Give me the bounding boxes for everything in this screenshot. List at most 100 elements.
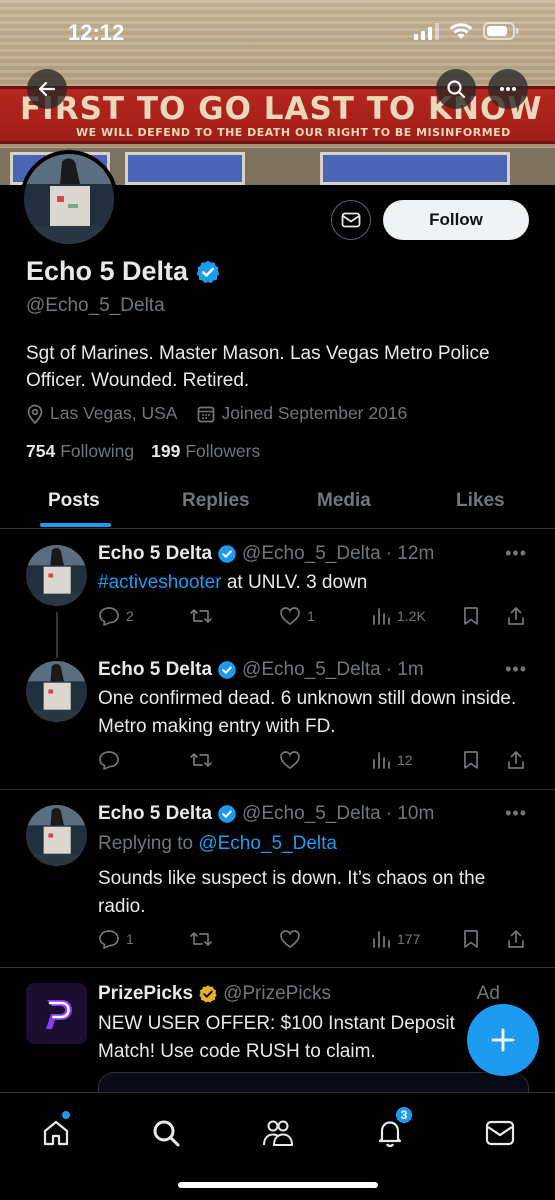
compose-button[interactable] [467, 1004, 539, 1076]
tweet-header: Echo 5 Delta @Echo_5_Delta · 10m [98, 803, 434, 825]
tweet-actions: 2 1 1.2K [98, 606, 528, 630]
tweet-author-handle[interactable]: @Echo_5_Delta [242, 543, 381, 565]
bookmark-icon [464, 607, 478, 625]
like-button[interactable] [279, 750, 307, 770]
reply-button[interactable]: 2 [98, 606, 134, 626]
views-chart-icon [373, 931, 390, 948]
tweet-avatar[interactable] [26, 661, 87, 722]
tweet-divider [0, 789, 555, 790]
more-options-button[interactable] [488, 69, 528, 109]
following-label: Following [60, 441, 135, 461]
wifi-icon [449, 23, 473, 39]
tweet-author-handle[interactable]: @Echo_5_Delta [242, 659, 381, 681]
tweet-text: #activeshooter at UNLV. 3 down [98, 569, 538, 597]
tweet-more-button[interactable]: ••• [505, 803, 527, 824]
views-button[interactable]: 177 [371, 929, 420, 949]
reply-count: 1 [126, 931, 134, 947]
share-button[interactable] [506, 929, 526, 949]
nav-home[interactable] [40, 1111, 72, 1149]
share-button[interactable] [506, 606, 526, 626]
home-indicator [178, 1182, 378, 1188]
plus-icon [491, 1028, 515, 1052]
active-tab-indicator [40, 523, 111, 527]
tweet-time[interactable]: · 1m [386, 659, 424, 681]
home-unread-dot [62, 1111, 70, 1119]
profile-avatar[interactable] [20, 150, 118, 248]
ad-author-name[interactable]: PrizePicks [98, 983, 193, 1005]
hashtag-link[interactable]: #activeshooter [98, 572, 222, 593]
repost-icon [190, 753, 212, 767]
location-item: Las Vegas, USA [26, 403, 177, 424]
back-button[interactable] [27, 69, 67, 109]
mention-link[interactable]: @Echo_5_Delta [198, 833, 337, 854]
ad-author-handle[interactable]: @PrizePicks [223, 983, 331, 1005]
nav-search[interactable] [150, 1117, 182, 1149]
tweet-author-name[interactable]: Echo 5 Delta [98, 543, 212, 565]
tab-media[interactable]: Media [317, 490, 371, 512]
reply-icon [99, 751, 119, 770]
following-link[interactable]: 754 Following [26, 441, 134, 462]
tweet-author-name[interactable]: Echo 5 Delta [98, 659, 212, 681]
more-icon [500, 87, 516, 91]
followers-count: 199 [151, 441, 181, 461]
bookmark-button[interactable] [462, 750, 480, 770]
repost-button[interactable] [189, 606, 219, 626]
reply-icon [99, 607, 119, 626]
tweet-more-button[interactable]: ••• [505, 543, 527, 564]
avatar-image [26, 661, 87, 722]
share-icon [508, 751, 524, 769]
tab-posts[interactable]: Posts [48, 490, 100, 512]
nav-messages[interactable] [484, 1117, 516, 1149]
repost-icon [190, 932, 212, 946]
like-button[interactable] [279, 929, 307, 949]
tab-likes[interactable]: Likes [456, 490, 505, 512]
views-button[interactable]: 1.2K [371, 606, 426, 626]
bookmark-button[interactable] [462, 929, 480, 949]
views-count: 1.2K [397, 608, 426, 624]
followers-link[interactable]: 199 Followers [151, 441, 260, 462]
banner-window [320, 152, 510, 185]
share-button[interactable] [506, 750, 526, 770]
replying-prefix: Replying to [98, 833, 199, 854]
like-button[interactable]: 1 [279, 606, 315, 626]
message-button[interactable] [331, 200, 371, 240]
reply-button[interactable] [98, 750, 126, 770]
verified-badge-icon [218, 545, 236, 563]
repost-icon [190, 609, 212, 623]
joined-text: Joined September 2016 [221, 403, 408, 423]
tweet-avatar[interactable] [26, 545, 87, 606]
bookmark-button[interactable] [462, 606, 480, 626]
nav-notifications[interactable]: 3 [374, 1105, 414, 1149]
reply-button[interactable]: 1 [98, 929, 134, 949]
repost-button[interactable] [189, 750, 219, 770]
joined-item: Joined September 2016 [197, 403, 407, 424]
tweet-author-handle[interactable]: @Echo_5_Delta [242, 803, 381, 825]
location-pin-icon [27, 404, 43, 424]
search-button[interactable] [436, 69, 476, 109]
tweet-author-name[interactable]: Echo 5 Delta [98, 803, 212, 825]
share-icon [508, 607, 524, 625]
nav-communities[interactable] [262, 1117, 294, 1149]
location-text: Las Vegas, USA [50, 403, 178, 423]
share-icon [508, 930, 524, 948]
prizepicks-logo[interactable] [26, 983, 87, 1044]
repost-button[interactable] [189, 929, 219, 949]
communities-icon [263, 1120, 294, 1146]
tweet-time[interactable]: · 12m [386, 543, 435, 565]
tweet-avatar[interactable] [26, 805, 87, 866]
verified-badge-icon[interactable] [195, 259, 221, 285]
reply-count: 2 [126, 608, 134, 624]
views-chart-icon [373, 752, 390, 769]
tab-replies[interactable]: Replies [182, 490, 250, 512]
calendar-icon [198, 406, 215, 422]
followers-label: Followers [185, 441, 261, 461]
views-count: 177 [397, 931, 421, 947]
tweet-time[interactable]: · 10m [386, 803, 435, 825]
signal-icon [414, 23, 439, 40]
home-icon [43, 1120, 69, 1146]
follow-button[interactable]: Follow [383, 200, 529, 240]
ad-label: Ad [476, 983, 500, 1004]
views-button[interactable]: 12 [371, 750, 413, 770]
tweet-more-button[interactable]: ••• [505, 659, 527, 680]
ad-text: NEW USER OFFER: $100 Instant Deposit Mat… [98, 1013, 455, 1062]
